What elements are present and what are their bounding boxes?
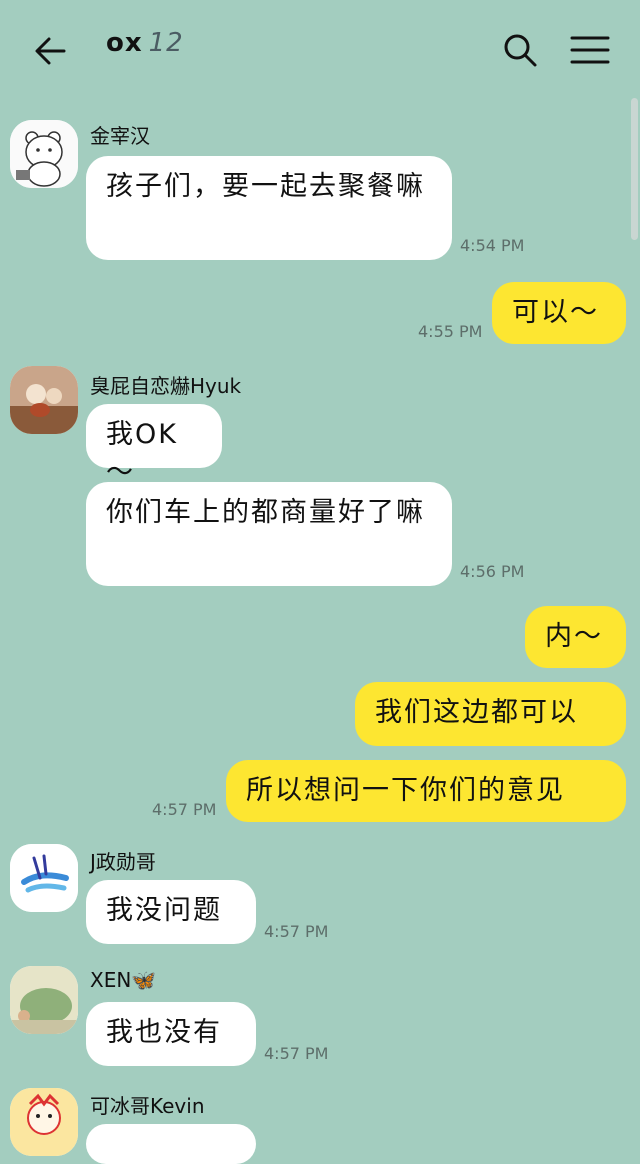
message-time: 4:57 PM	[152, 800, 217, 819]
turtle-avatar-icon	[10, 966, 78, 1034]
message-bubble[interactable]: 我OK～	[86, 404, 222, 488]
avatar[interactable]	[10, 120, 78, 188]
message-time: 4:54 PM	[460, 236, 525, 255]
figurine-avatar-icon	[10, 366, 78, 434]
message-bubble[interactable]: 你们车上的都商量好了嘛	[86, 482, 452, 586]
scrollbar[interactable]	[631, 98, 638, 240]
sender-name: 臭屁自恋爀Hyuk	[90, 374, 242, 398]
message-time: 4:57 PM	[264, 1044, 329, 1063]
message-bubble[interactable]: 我也没有	[86, 1002, 256, 1066]
avatar[interactable]	[10, 366, 78, 434]
sender-name: 可冰哥Kevin	[90, 1094, 205, 1118]
chat-name: ox	[106, 28, 143, 58]
message-time: 4:56 PM	[460, 562, 525, 581]
avatar[interactable]	[10, 966, 78, 1034]
message-bubble[interactable]: 内～	[525, 606, 626, 668]
menu-icon[interactable]	[568, 32, 612, 68]
bear-avatar-icon	[10, 120, 78, 188]
cartoon-avatar-icon	[10, 1088, 78, 1156]
chat-title: ox 12	[106, 28, 184, 58]
sender-name: J政勋哥	[90, 850, 156, 874]
message-bubble[interactable]: 孩子们，要一起去聚餐嘛	[86, 156, 452, 260]
message-time: 4:55 PM	[418, 322, 483, 341]
message-bubble[interactable]: 可以～	[492, 282, 626, 344]
chat-header: ox 12	[0, 0, 640, 100]
avatar[interactable]	[10, 844, 78, 912]
member-count: 12	[148, 28, 184, 58]
message-time: 4:57 PM	[264, 922, 329, 941]
search-icon[interactable]	[500, 30, 540, 70]
message-bubble[interactable]: 所以想问一下你们的意见	[226, 760, 626, 822]
message-bubble[interactable]: 我们这边都可以	[355, 682, 626, 746]
paint-avatar-icon	[10, 844, 78, 912]
sender-name: XEN🦋	[90, 968, 157, 992]
message-bubble[interactable]	[86, 1124, 256, 1164]
back-arrow-icon[interactable]	[30, 30, 72, 72]
sender-name: 金宰汉	[90, 124, 150, 148]
message-bubble[interactable]: 我没问题	[86, 880, 256, 944]
avatar[interactable]	[10, 1088, 78, 1156]
